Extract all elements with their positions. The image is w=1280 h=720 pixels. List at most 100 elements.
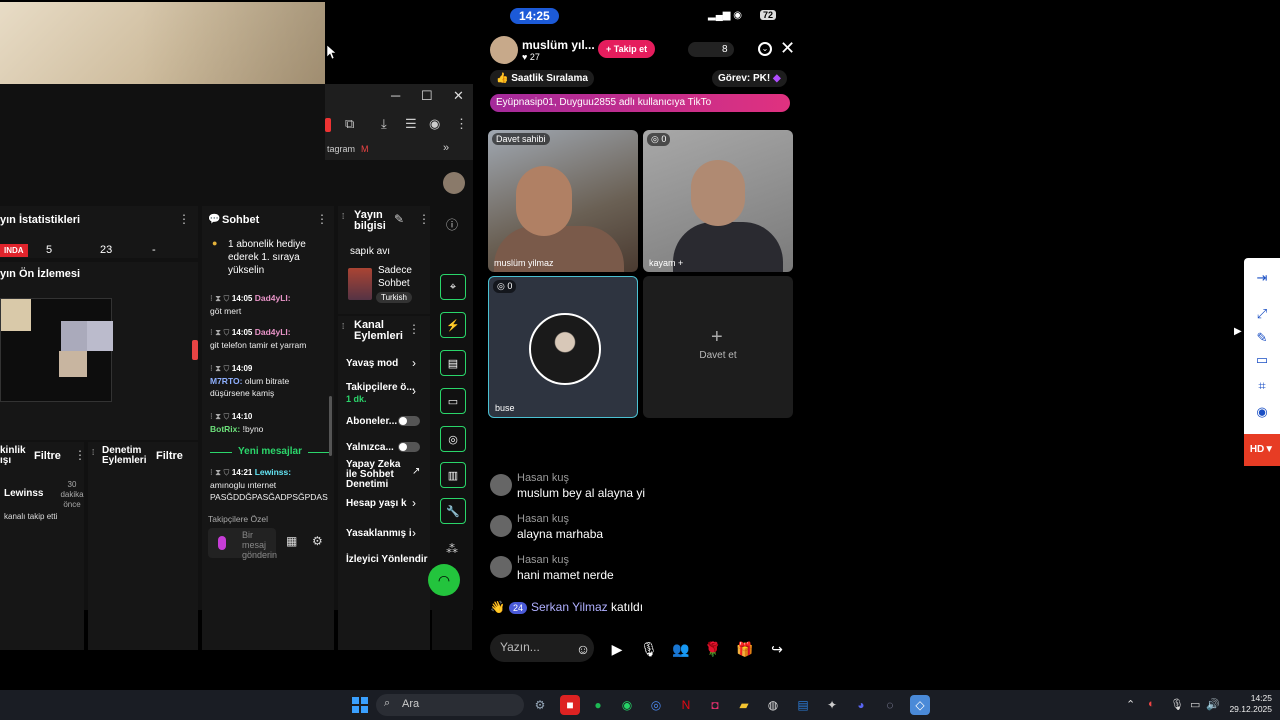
drag-handle-icon[interactable]: ⁞ (342, 212, 344, 221)
crop-icon[interactable]: ⌗ (1254, 378, 1270, 394)
commenter-name[interactable]: Hasan kuş (517, 554, 569, 566)
joined-user[interactable]: Serkan Yilmaz (531, 600, 608, 614)
external-link-icon[interactable]: ↗ (412, 466, 420, 477)
message-user[interactable]: M7RTO: (210, 376, 242, 386)
emoji-icon[interactable]: ☺ (572, 638, 594, 660)
moderation-icons[interactable]: ⁝ ⧗ ⛉ (210, 363, 232, 373)
commenter-name[interactable]: Hasan kuş (517, 513, 569, 525)
tray-chevron-up-icon[interactable]: ⌃ (1126, 698, 1135, 711)
channel-menu-icon[interactable]: ⋮ (408, 322, 420, 336)
settings-gear-icon[interactable]: ⚙ (312, 534, 323, 548)
more-actions-icon[interactable]: ⁂ (446, 542, 458, 556)
profile-icon[interactable]: ◉ (429, 116, 440, 132)
minimize-button[interactable]: ─ (391, 88, 400, 103)
gift-banner[interactable]: Eyüpnasip01, Duyguu2855 adlı kullanıcıya… (490, 94, 790, 112)
support-headset-button[interactable]: ◠ (428, 564, 460, 596)
extension-icon[interactable] (325, 118, 331, 132)
moderation-icons[interactable]: ⁝ ⧗ ⛉ (210, 293, 232, 303)
instagram-icon[interactable]: ◘ (705, 695, 725, 715)
tray-mic-icon[interactable]: 🎙 (1170, 698, 1184, 711)
list-icon[interactable]: ☰ (405, 116, 417, 132)
stream-preview-thumbnail[interactable] (0, 298, 113, 402)
guest-tile-kayam[interactable]: ◎ 0 kayam + (643, 130, 793, 272)
share-icon[interactable]: ↪ (766, 638, 788, 660)
notepad-icon[interactable]: ▤ (793, 695, 813, 715)
exit-icon[interactable]: ⇥ (1254, 270, 1270, 286)
bookmark-instagram[interactable]: tagram (327, 144, 355, 154)
tray-volume-icon[interactable]: 🔊 (1206, 698, 1220, 711)
info-icon[interactable]: ⓘ (446, 216, 458, 233)
file-explorer-icon[interactable]: ▰ (734, 695, 754, 715)
task-pill[interactable]: Görev: PK! ◆ (712, 70, 787, 87)
close-icon[interactable]: ✕ (780, 38, 795, 59)
guest-tile-buse[interactable]: ◎ 0 buse (488, 276, 638, 418)
user-avatar[interactable] (443, 172, 465, 194)
moderation-icons[interactable]: ⁝ ⧗ ⛉ (210, 327, 232, 337)
app-icon[interactable]: ✦ (822, 695, 842, 715)
settings-app-icon[interactable]: ⚙ (530, 695, 550, 715)
document-icon[interactable]: ▤ (440, 350, 466, 376)
download-icon[interactable]: ⤓ (381, 116, 387, 132)
preview-scroll-handle[interactable] (192, 340, 198, 360)
host-avatar[interactable] (490, 36, 518, 64)
close-window-button[interactable]: ✕ (453, 88, 464, 104)
chevron-down-icon[interactable]: ⌄ (758, 42, 772, 56)
gift-icon[interactable]: 🎁 (734, 638, 756, 660)
microphone-icon[interactable] (218, 536, 226, 550)
chat-menu-icon[interactable]: ⋮ (316, 212, 328, 226)
raid-row[interactable]: İzleyici Yönlendir (346, 554, 436, 565)
broadcast-icon[interactable]: ◎ (440, 426, 466, 452)
info-menu-icon[interactable]: ⋮ (418, 212, 430, 226)
commenter-avatar[interactable] (490, 515, 512, 537)
activity-menu-icon[interactable]: ⋮ (74, 448, 86, 462)
commenter-avatar[interactable] (490, 474, 512, 496)
netflix-icon[interactable]: N (676, 695, 696, 715)
subscribers-only-toggle[interactable] (398, 416, 420, 426)
windows-start-icon[interactable] (352, 697, 368, 713)
maximize-button[interactable]: ☐ (421, 88, 433, 104)
message-user[interactable]: BotRix: (210, 424, 240, 434)
layout-icon[interactable]: ▥ (440, 462, 466, 488)
chrome-icon[interactable]: ◎ (646, 695, 666, 715)
screenshot-icon[interactable]: ⌖ (440, 274, 466, 300)
edit-pencil-icon[interactable]: ✎ (394, 212, 404, 226)
tray-app-icon[interactable]: ◐ (1148, 698, 1155, 710)
host-name[interactable]: muslüm yıl... (522, 38, 595, 52)
message-user[interactable]: Dad4yLI: (255, 293, 291, 303)
lightning-icon[interactable]: ⚡ (440, 312, 466, 338)
taskbar-clock[interactable]: 14:25 29.12.2025 (1222, 693, 1272, 715)
chevron-right-icon[interactable]: › (412, 526, 416, 540)
record-icon[interactable]: ◉ (1254, 404, 1270, 420)
moderation-icons[interactable]: ⁝ ⧗ ⛉ (210, 411, 232, 421)
active-app-icon[interactable]: ◇ (910, 695, 930, 715)
chevron-right-icon[interactable]: › (412, 384, 416, 398)
emotes-only-toggle[interactable] (398, 442, 420, 452)
more-menu-icon[interactable]: ⋮ (455, 116, 468, 132)
gift-box-icon[interactable]: ▦ (286, 534, 297, 548)
microphone-icon[interactable]: 🎙 (638, 638, 660, 660)
stats-menu-icon[interactable]: ⋮ (178, 212, 190, 226)
drag-handle-icon[interactable]: ⁞ (342, 322, 344, 331)
hd-quality-button[interactable]: HD▼ (1244, 434, 1280, 466)
chevron-right-icon[interactable]: › (412, 496, 416, 510)
chevron-right-icon[interactable]: › (412, 356, 416, 370)
commenter-avatar[interactable] (490, 556, 512, 578)
taskbar-search[interactable]: ⌕ Ara (376, 694, 524, 716)
hourly-ranking-pill[interactable]: 👍 Saatlik Sıralama (490, 70, 594, 87)
steam-icon[interactable]: ◍ (763, 695, 783, 715)
follow-button[interactable]: + Takip et (598, 40, 656, 58)
discord-icon[interactable]: ◕ (851, 695, 871, 715)
ai-moderation-row[interactable]: Yapay Zeka ile Sohbet Denetimi (346, 460, 404, 490)
new-messages-divider[interactable]: Yeni mesajlar (210, 446, 330, 458)
expand-icon[interactable]: ⤢ (1254, 306, 1270, 322)
whatsapp-icon[interactable]: ◉ (617, 695, 637, 715)
gmail-icon[interactable]: M (361, 144, 369, 154)
pen-icon[interactable]: ✎ (1254, 330, 1270, 346)
frame-icon[interactable]: ▭ (1254, 352, 1270, 368)
moderation-icons[interactable]: ⁝ ⧗ ⛉ (210, 467, 232, 477)
chat-icon[interactable]: ▭ (440, 388, 466, 414)
guest-tile-host[interactable]: Davet sahibi muslüm yilmaz (488, 130, 638, 272)
spotify-icon[interactable]: ● (588, 695, 608, 715)
guests-icon[interactable]: 👥 (670, 638, 692, 660)
camera-off-icon[interactable]: ▶ (606, 638, 628, 660)
